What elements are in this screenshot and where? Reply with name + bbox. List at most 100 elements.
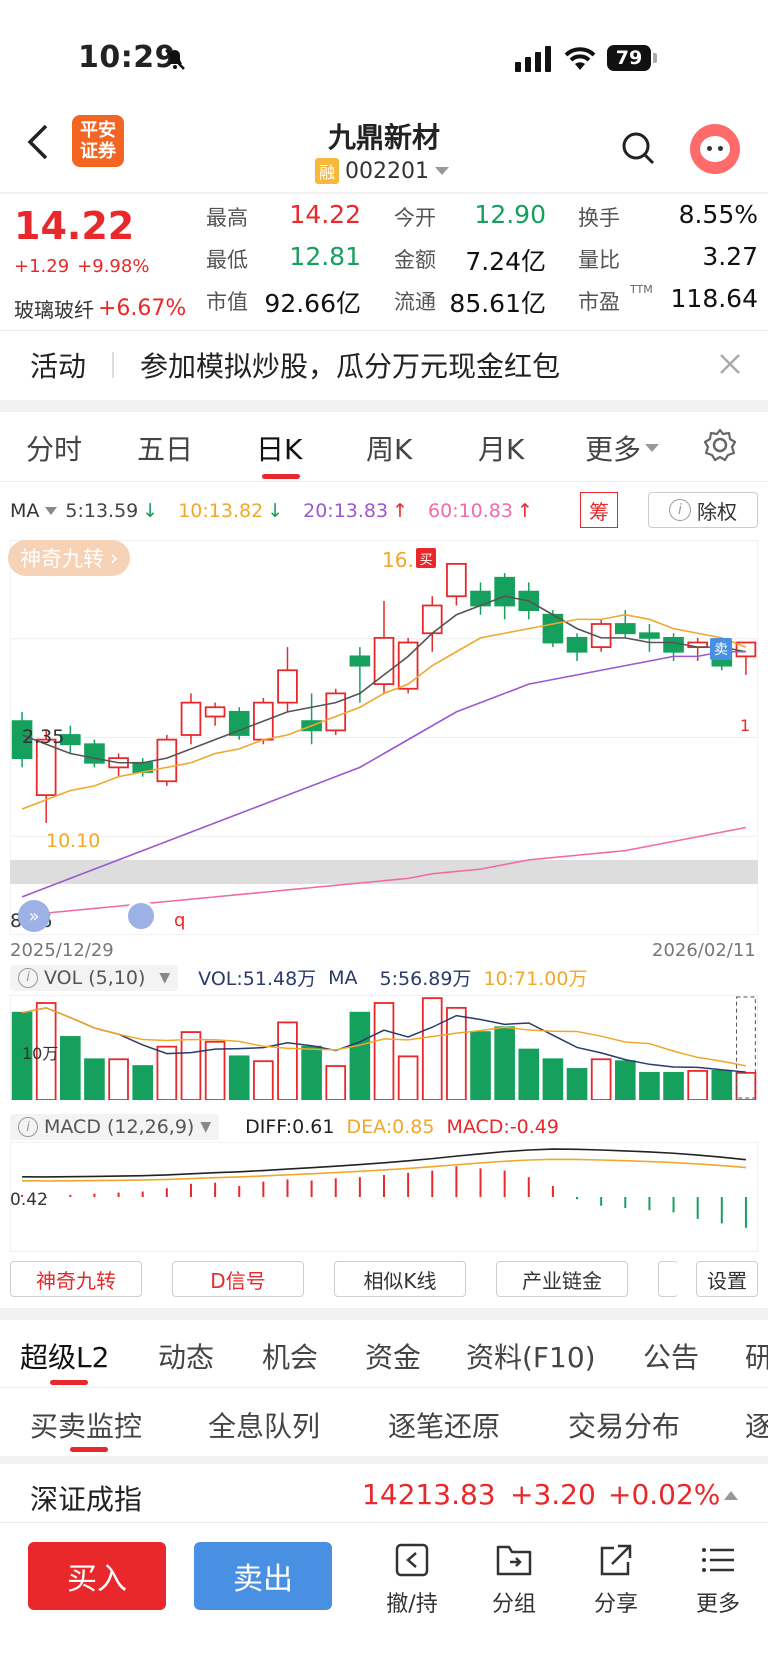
stock-code-selector[interactable]: 融 002201 [315, 158, 451, 184]
close-icon[interactable] [718, 352, 742, 376]
candle-body [373, 636, 395, 686]
quote-field-label: 最高 [206, 206, 248, 230]
subtab-more[interactable]: 逐 [745, 1405, 768, 1445]
tab-more[interactable]: 更多 [585, 428, 661, 468]
ma-label[interactable]: MA [10, 500, 39, 522]
tab-five-day[interactable]: 五日 [137, 428, 193, 468]
volume-bar [277, 1021, 298, 1100]
caret-down-icon [645, 444, 660, 452]
search-icon[interactable] [620, 130, 656, 168]
tab-weekly-k[interactable]: 周K [366, 428, 412, 468]
expand-icon[interactable]: » [18, 900, 50, 932]
sector-info[interactable]: 玻璃玻纤 +6.67% [14, 294, 186, 323]
candle-body [663, 636, 684, 653]
chip-button[interactable]: 筹 [580, 492, 618, 528]
candle-body [446, 562, 467, 598]
tab-intraday[interactable]: 分时 [26, 428, 82, 468]
macd-chart[interactable] [10, 1142, 758, 1252]
macd-diff: DIFF:0.61 [245, 1116, 335, 1138]
vol-selector[interactable]: i VOL (5,10) ▼ [10, 964, 179, 991]
index-pct: +0.02% [608, 1478, 721, 1511]
signal-marker-1: 1 [740, 716, 751, 735]
ex-right-button[interactable]: i 除权 [648, 492, 758, 528]
tab-news[interactable]: 动态 [158, 1336, 214, 1376]
banner-tag: 活动 [30, 350, 87, 383]
macd-selector[interactable]: i MACD (12,26,9) ▼ [10, 1114, 220, 1140]
more-label: 更多 [695, 1592, 740, 1617]
more-tool-button[interactable] [658, 1261, 678, 1297]
d-signal-button[interactable]: D信号 [172, 1261, 304, 1297]
caret-down-icon [435, 167, 449, 175]
subtab-full-queue[interactable]: 全息队列 [208, 1405, 320, 1445]
volume-chart[interactable] [10, 995, 758, 1100]
similar-kline-button[interactable]: 相似K线 [334, 1261, 466, 1297]
candle-body [204, 706, 226, 718]
vol-value: VOL:51.48万 [198, 968, 317, 990]
index-name[interactable]: 深证成指 [30, 1478, 142, 1518]
subtab-trade-distribution[interactable]: 交易分布 [568, 1405, 680, 1445]
macd-label: MACD (12,26,9) [44, 1116, 195, 1138]
nine-turn-tool-button[interactable]: 神奇九转 [10, 1261, 142, 1297]
candle-body [494, 576, 515, 607]
price-change: +1.29 +9.98% [14, 256, 149, 277]
cancel-hold-label: 撤/持 [386, 1592, 438, 1617]
volume-bar [663, 1071, 684, 1100]
volume-bar [542, 1058, 564, 1100]
volume-bar [60, 1036, 81, 1100]
activity-banner[interactable]: 活动 参加模拟炒股，瓜分万元现金红包 [0, 332, 768, 398]
industry-chain-button[interactable]: 产业链金 [496, 1261, 628, 1297]
candle-body [156, 738, 178, 783]
candle-body [566, 636, 588, 653]
buy-button[interactable]: 买入 [28, 1542, 166, 1610]
volume-bar [373, 1002, 395, 1100]
tab-super-l2[interactable]: 超级L2 [20, 1336, 109, 1376]
sell-button[interactable]: 卖出 [194, 1542, 332, 1610]
assistant-avatar[interactable] [690, 124, 740, 174]
group-action[interactable]: 分组 [484, 1540, 544, 1618]
volume-bar [84, 1058, 105, 1100]
kline-chart[interactable] [10, 540, 758, 935]
share-action[interactable]: 分享 [586, 1540, 646, 1618]
vol-label: VOL (5,10) [44, 966, 146, 989]
ma5-value: 5:13.59 [65, 500, 139, 522]
tab-monthly-k[interactable]: 月K [478, 428, 524, 468]
volume-bar [566, 1068, 588, 1100]
caret-up-icon[interactable] [722, 1488, 740, 1502]
tab-announcement[interactable]: 公告 [643, 1336, 699, 1376]
tab-opportunity[interactable]: 机会 [262, 1336, 318, 1376]
battery-indicator: 79 [607, 45, 651, 71]
axis-label-upper: 2.35 [22, 726, 65, 748]
nine-turn-label: 神奇九转 [20, 547, 104, 571]
quote-field-label: 今开 [394, 206, 436, 230]
nine-turn-badge[interactable]: 神奇九转 › [8, 540, 131, 576]
fullscreen-icon[interactable] [125, 900, 157, 932]
info-icon: i [669, 499, 691, 521]
more-action[interactable]: 更多 [688, 1540, 748, 1618]
section-tab-underline [50, 1380, 88, 1385]
index-change: +3.20 [510, 1478, 596, 1511]
candle-body [325, 692, 347, 732]
cancel-hold-action[interactable]: 撤/持 [382, 1540, 442, 1618]
group-label: 分组 [491, 1592, 536, 1617]
subtab-trade-monitor[interactable]: 买卖监控 [30, 1405, 142, 1445]
candle-body [277, 669, 298, 704]
tab-research[interactable]: 研 [745, 1336, 768, 1376]
quote-field-label: 市盈 [578, 290, 620, 314]
vol-ma5: 5:56.89万 [379, 968, 472, 990]
buy-marker: 买 [416, 548, 436, 568]
candle-body [614, 623, 636, 635]
index-value: 14213.83 [362, 1478, 496, 1511]
vol-ma-label: MA [328, 966, 358, 989]
settings-button[interactable]: 设置 [696, 1261, 758, 1297]
quote-field-value: 85.61亿 [449, 289, 546, 318]
gear-icon[interactable] [703, 428, 737, 462]
quote-field-label: 流通 [394, 290, 436, 314]
vol-legend: i VOL (5,10) ▼ VOL:51.48万 MA 5:56.89万 10… [10, 964, 587, 991]
quote-field-value: 3.27 [702, 242, 758, 271]
tab-funds[interactable]: 资金 [365, 1336, 421, 1376]
wifi-icon [564, 47, 596, 70]
quote-field-value: 12.81 [289, 242, 361, 271]
tab-daily-k[interactable]: 日K [256, 428, 302, 468]
tab-f10[interactable]: 资料(F10) [466, 1336, 596, 1376]
subtab-tick-replay[interactable]: 逐笔还原 [388, 1405, 500, 1445]
